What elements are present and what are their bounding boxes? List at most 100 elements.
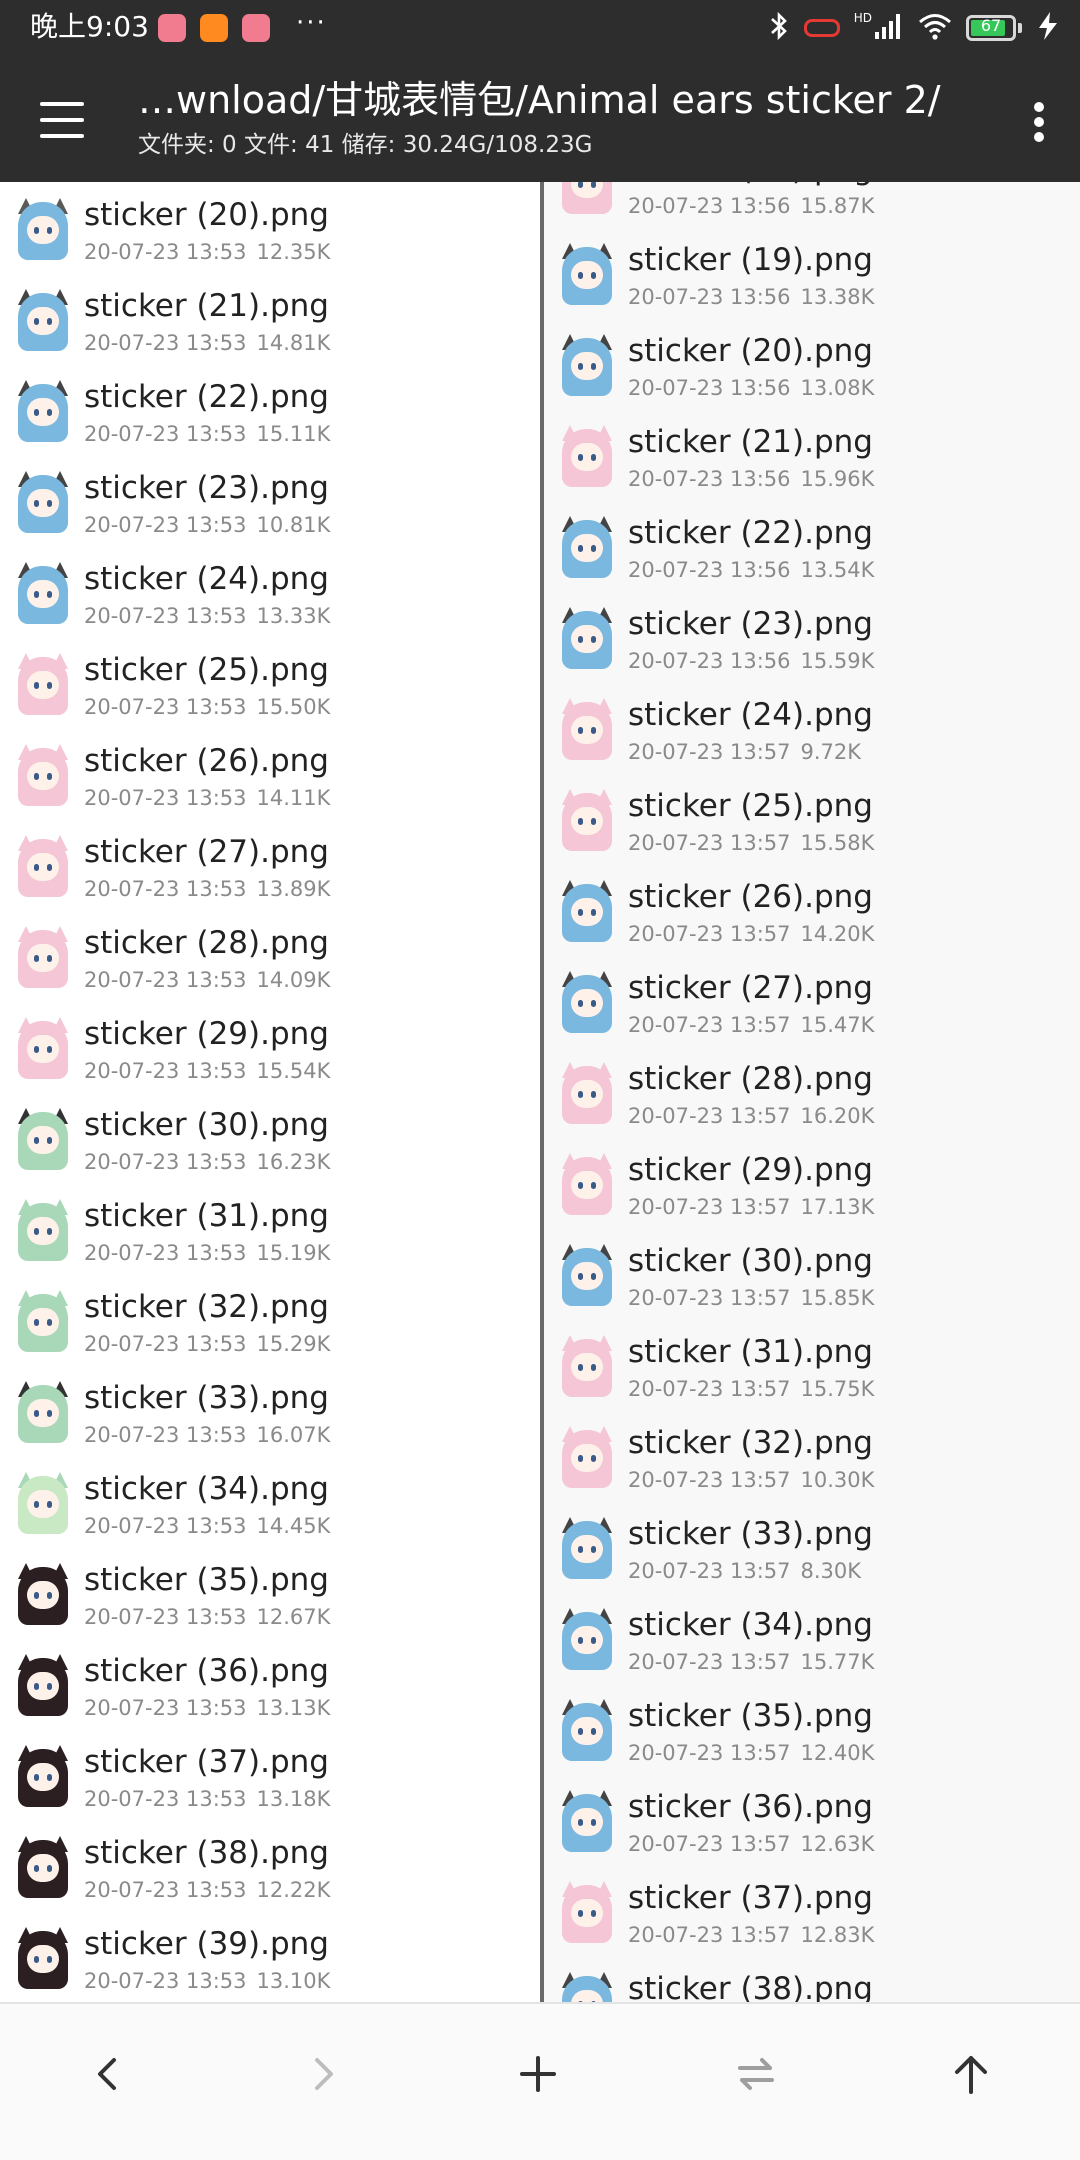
file-list-item[interactable]: sticker (20).png 20-07-23 13:53 12.35K [0, 186, 540, 277]
sticker-thumbnail [556, 1608, 618, 1674]
file-list-item[interactable]: sticker (34).png 20-07-23 13:57 15.77K [544, 1596, 1080, 1687]
file-meta: 20-07-23 13:53 14.09K [84, 966, 330, 994]
file-size: 9.72K [800, 740, 862, 764]
file-list-item[interactable]: sticker (21).png 20-07-23 13:53 14.81K [0, 277, 540, 368]
eye [591, 1637, 596, 1644]
file-list-item[interactable]: sticker (26).png 20-07-23 13:53 14.11K [0, 732, 540, 823]
eye [578, 1364, 583, 1371]
sticker-thumbnail [12, 1199, 74, 1265]
file-list-item[interactable]: sticker (23).png 20-07-23 13:53 10.81K [0, 459, 540, 550]
swap-panes-button[interactable] [726, 2044, 786, 2104]
file-name: sticker (18).png [628, 182, 873, 189]
eye [34, 1228, 39, 1235]
file-list-item[interactable]: sticker (32).png 20-07-23 13:57 10.30K [544, 1414, 1080, 1505]
hamburger-menu-icon[interactable] [38, 100, 86, 140]
file-list-item[interactable]: sticker (39).png 20-07-23 13:53 13.10K [0, 1915, 540, 2002]
back-button[interactable] [78, 2044, 138, 2104]
sticker-thumbnail [556, 1881, 618, 1947]
file-list-item[interactable]: sticker (37).png 20-07-23 13:57 12.83K [544, 1869, 1080, 1960]
file-list-item[interactable]: sticker (31).png 20-07-23 13:57 15.75K [544, 1323, 1080, 1414]
eye [47, 318, 52, 325]
file-list-item[interactable]: sticker (38).png 20-07-23 13:53 12.22K [0, 1824, 540, 1915]
sticker-thumbnail [556, 1972, 618, 2002]
face [571, 898, 603, 926]
left-file-pane[interactable]: sticker (20).png 20-07-23 13:53 12.35K stic… [0, 182, 540, 2002]
file-list-item[interactable]: sticker (23).png 20-07-23 13:56 15.59K [544, 595, 1080, 686]
eye [578, 636, 583, 643]
file-meta: 20-07-23 13:57 15.85K [628, 1284, 874, 1312]
file-list-item[interactable]: sticker (30).png 20-07-23 13:53 16.23K [0, 1096, 540, 1187]
file-size: 12.83K [800, 1923, 875, 1947]
file-meta: 20-07-23 13:53 14.11K [84, 784, 330, 812]
up-button[interactable] [941, 2044, 1001, 2104]
file-list-item[interactable]: sticker (38).png [544, 1960, 1080, 2002]
eye [34, 1956, 39, 1963]
file-list-item[interactable]: sticker (29).png 20-07-23 13:53 15.54K [0, 1005, 540, 1096]
file-name: sticker (19).png [628, 242, 873, 278]
eye [34, 682, 39, 689]
file-name: sticker (25).png [628, 788, 873, 824]
eye [578, 1455, 583, 1462]
file-list-item[interactable]: sticker (24).png 20-07-23 13:57 9.72K [544, 686, 1080, 777]
eye [34, 1319, 39, 1326]
file-list-item[interactable]: sticker (25).png 20-07-23 13:57 15.58K [544, 777, 1080, 868]
eye [578, 1546, 583, 1553]
file-name: sticker (37).png [84, 1744, 329, 1780]
eye [591, 1546, 596, 1553]
eye [591, 1910, 596, 1917]
file-list-item[interactable]: sticker (27).png 20-07-23 13:57 15.47K [544, 959, 1080, 1050]
file-name: sticker (28).png [84, 925, 329, 961]
file-list-item[interactable]: sticker (25).png 20-07-23 13:53 15.50K [0, 641, 540, 732]
file-list-item[interactable]: sticker (36).png 20-07-23 13:53 13.13K [0, 1642, 540, 1733]
file-list-item[interactable]: sticker (26).png 20-07-23 13:57 14.20K [544, 868, 1080, 959]
file-list-item[interactable]: sticker (27).png 20-07-23 13:53 13.89K [0, 823, 540, 914]
file-list-item[interactable]: sticker (31).png 20-07-23 13:53 15.19K [0, 1187, 540, 1278]
status-bar: 晚上9:03 ··· HD 67 [0, 0, 1080, 56]
file-list-item[interactable]: sticker (18).png 20-07-23 13:56 15.87K [544, 182, 1080, 231]
more-notifications-icon: ··· [296, 8, 327, 38]
app-bar: …wnload/甘城表情包/Animal ears sticker 2/ 文件夹… [0, 56, 1080, 182]
forward-button[interactable] [293, 2044, 353, 2104]
file-list-item[interactable]: sticker (33).png 20-07-23 13:53 16.07K [0, 1369, 540, 1460]
file-name: sticker (27).png [628, 970, 873, 1006]
file-list-item[interactable]: sticker (22).png 20-07-23 13:53 15.11K [0, 368, 540, 459]
file-list-item[interactable]: sticker (29).png 20-07-23 13:57 17.13K [544, 1141, 1080, 1232]
file-list-item[interactable]: sticker (32).png 20-07-23 13:53 15.29K [0, 1278, 540, 1369]
file-list-item[interactable]: sticker (20).png 20-07-23 13:56 13.08K [544, 322, 1080, 413]
file-date: 20-07-23 13:53 [84, 877, 247, 901]
file-list-item[interactable]: sticker (30).png 20-07-23 13:57 15.85K [544, 1232, 1080, 1323]
eye [591, 909, 596, 916]
more-vert-icon[interactable] [1032, 98, 1046, 146]
face [571, 1808, 603, 1836]
file-list-item[interactable]: sticker (24).png 20-07-23 13:53 13.33K [0, 550, 540, 641]
file-size: 13.33K [256, 604, 331, 628]
eye [47, 591, 52, 598]
file-list-item[interactable]: sticker (35).png 20-07-23 13:53 12.67K [0, 1551, 540, 1642]
file-name: sticker (37).png [628, 1880, 873, 1916]
file-list-item[interactable]: sticker (28).png 20-07-23 13:53 14.09K [0, 914, 540, 1005]
sticker-thumbnail [556, 698, 618, 764]
sticker-thumbnail [556, 1244, 618, 1310]
file-name: sticker (29).png [628, 1152, 873, 1188]
file-list-item[interactable]: sticker (35).png 20-07-23 13:57 12.40K [544, 1687, 1080, 1778]
add-button[interactable] [508, 2044, 568, 2104]
eye [578, 1728, 583, 1735]
file-list-item[interactable]: sticker (19).png 20-07-23 13:56 13.38K [544, 231, 1080, 322]
eye [47, 1410, 52, 1417]
file-list-item[interactable]: sticker (36).png 20-07-23 13:57 12.63K [544, 1778, 1080, 1869]
file-date: 20-07-23 13:56 [628, 558, 791, 582]
sticker-thumbnail [556, 1335, 618, 1401]
file-meta: 20-07-23 13:53 15.29K [84, 1330, 330, 1358]
face [571, 625, 603, 653]
file-list-item[interactable]: sticker (21).png 20-07-23 13:56 15.96K [544, 413, 1080, 504]
file-list-item[interactable]: sticker (33).png 20-07-23 13:57 8.30K [544, 1505, 1080, 1596]
file-list-item[interactable]: sticker (28).png 20-07-23 13:57 16.20K [544, 1050, 1080, 1141]
file-list-item[interactable]: sticker (22).png 20-07-23 13:56 13.54K [544, 504, 1080, 595]
file-list-item[interactable]: sticker (37).png 20-07-23 13:53 13.18K [0, 1733, 540, 1824]
file-name: sticker (36).png [84, 1653, 329, 1689]
file-list-item[interactable]: sticker (34).png 20-07-23 13:53 14.45K [0, 1460, 540, 1551]
eye [591, 727, 596, 734]
right-file-pane[interactable]: sticker (18).png20-07-23 13:5615.87Kstic… [544, 182, 1080, 2002]
file-name: sticker (33).png [628, 1516, 873, 1552]
face [27, 1126, 59, 1154]
